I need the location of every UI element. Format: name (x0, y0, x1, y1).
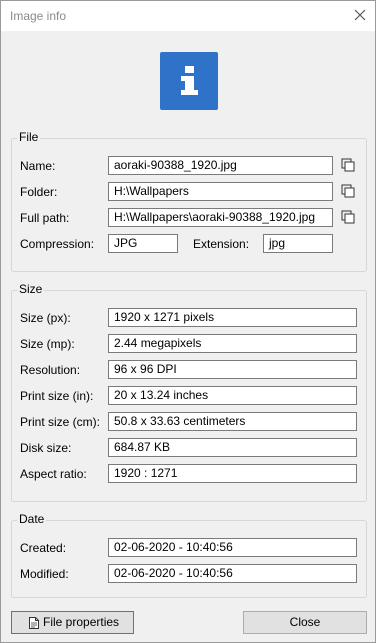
copy-icon[interactable] (341, 184, 355, 198)
size-mp-label: Size (mp): (20, 337, 75, 351)
print-size-cm-label: Print size (cm): (20, 415, 101, 429)
created-label: Created: (20, 541, 67, 555)
size-mp-field[interactable]: 2.44 megapixels (108, 334, 357, 353)
document-icon (29, 617, 39, 629)
compression-field[interactable]: JPG (108, 234, 178, 253)
file-properties-label: File properties (43, 615, 120, 629)
date-group (11, 520, 367, 598)
size-group-label: Size (17, 282, 45, 296)
resolution-label: Resolution: (20, 363, 81, 377)
size-px-field[interactable]: 1920 x 1271 pixels (108, 308, 357, 327)
print-size-cm-field[interactable]: 50.8 x 33.63 centimeters (108, 412, 357, 431)
file-properties-button[interactable]: File properties (11, 611, 134, 634)
fullpath-field[interactable]: H:\Wallpapers\aoraki-90388_1920.jpg (108, 208, 333, 227)
resolution-field[interactable]: 96 x 96 DPI (108, 360, 357, 379)
size-px-label: Size (px): (20, 311, 71, 325)
name-field[interactable]: aoraki-90388_1920.jpg (108, 156, 333, 175)
image-info-dialog: Image info File Name: aoraki-90388_1920.… (0, 0, 376, 643)
date-group-label: Date (17, 512, 47, 526)
folder-label: Folder: (20, 185, 58, 199)
copy-icon[interactable] (341, 158, 355, 172)
extension-label: Extension: (193, 237, 250, 251)
window-title: Image info (10, 9, 67, 23)
close-button[interactable]: Close (243, 611, 367, 634)
close-icon[interactable] (353, 8, 367, 22)
extension-field[interactable]: jpg (263, 234, 333, 253)
modified-label: Modified: (20, 567, 69, 581)
title-bar: Image info (1, 1, 375, 31)
name-label: Name: (20, 159, 56, 173)
compression-label: Compression: (20, 237, 95, 251)
fullpath-label: Full path: (20, 211, 70, 225)
created-field[interactable]: 02-06-2020 - 10:40:56 (108, 538, 357, 557)
copy-icon[interactable] (341, 210, 355, 224)
folder-field[interactable]: H:\Wallpapers (108, 182, 333, 201)
print-size-in-field[interactable]: 20 x 13.24 inches (108, 386, 357, 405)
disk-size-field[interactable]: 684.87 KB (108, 438, 357, 457)
info-icon (160, 52, 218, 110)
print-size-in-label: Print size (in): (20, 389, 94, 403)
aspect-ratio-label: Aspect ratio: (20, 467, 87, 481)
modified-field[interactable]: 02-06-2020 - 10:40:56 (108, 564, 357, 583)
disk-size-label: Disk size: (20, 441, 72, 455)
aspect-ratio-field[interactable]: 1920 : 1271 (108, 464, 357, 483)
file-group-label: File (17, 130, 41, 144)
